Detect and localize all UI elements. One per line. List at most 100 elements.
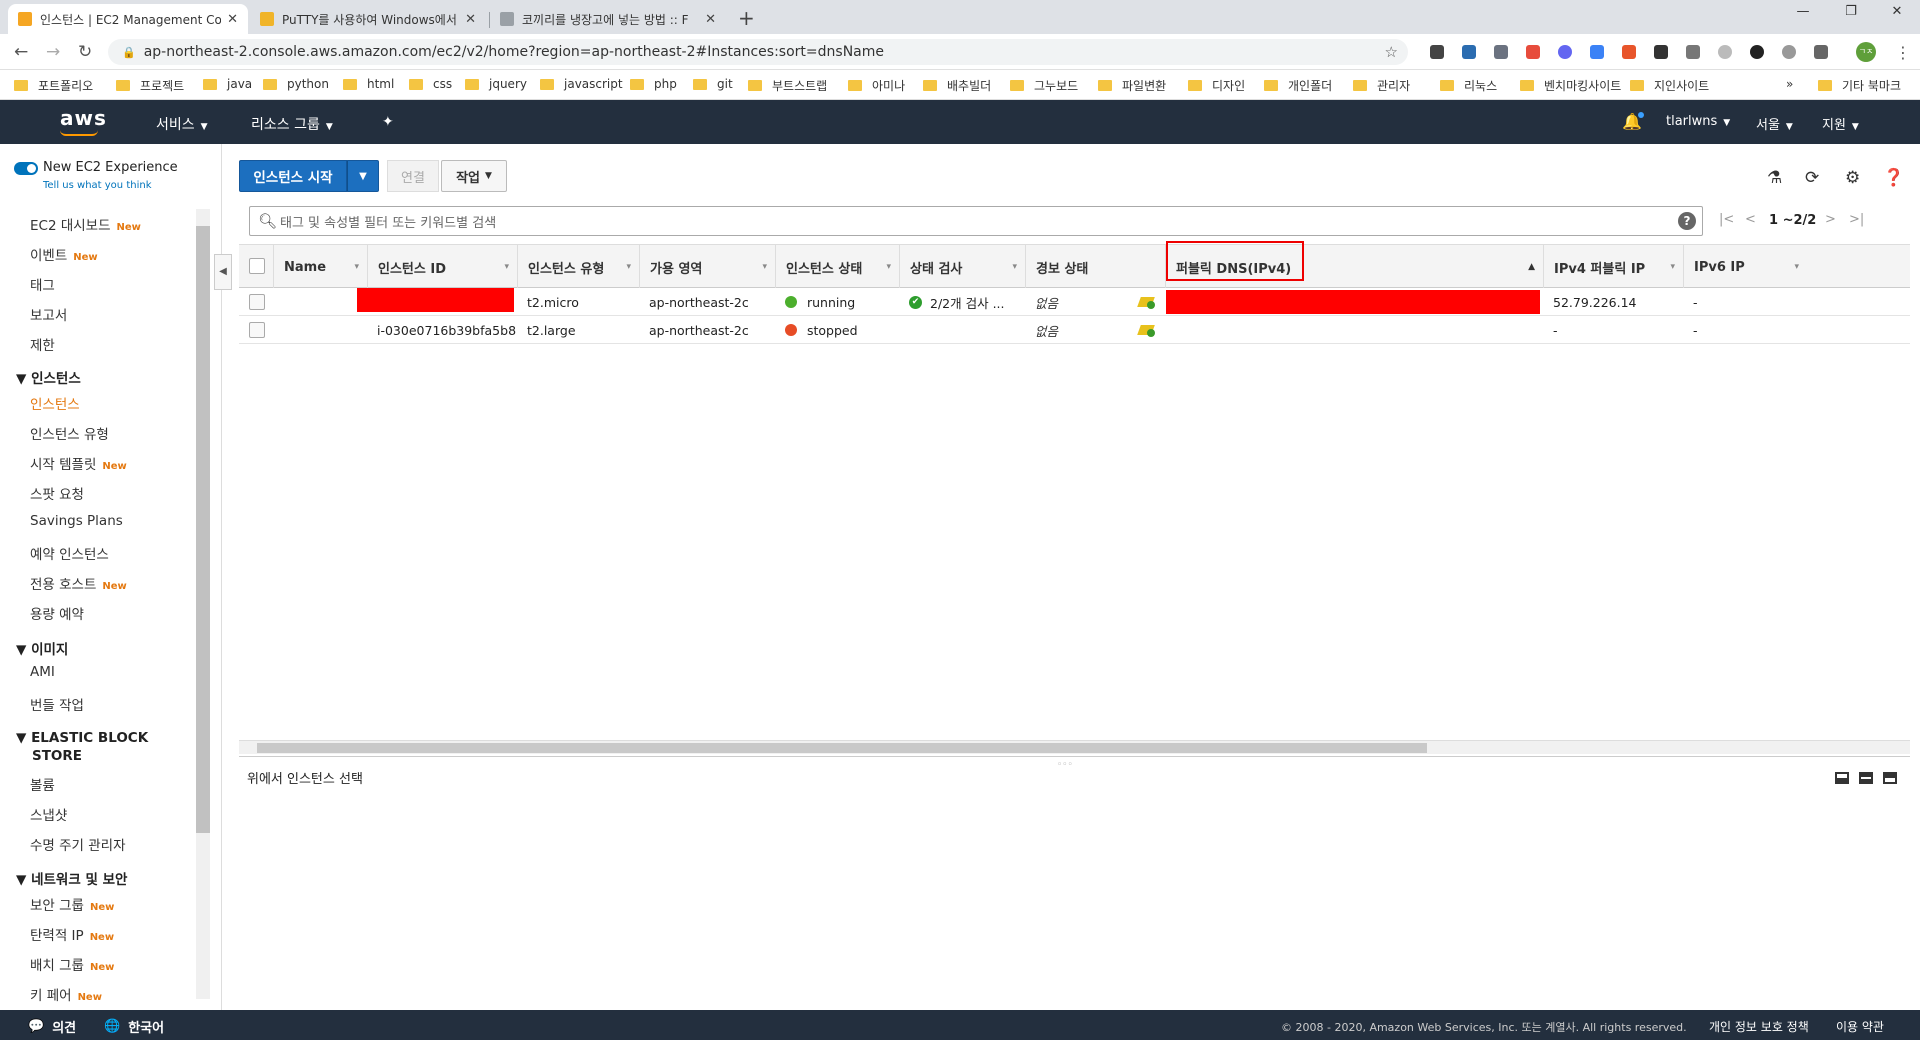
maximize-button[interactable]: ❐ [1828, 4, 1874, 19]
table-row[interactable]: i-030e0716b39bfa5b8 t2.large ap-northeas… [239, 316, 1910, 344]
bookmark-folder[interactable]: git [693, 77, 733, 91]
sidebar-item-volumes[interactable]: 볼륨 [30, 774, 55, 794]
detail-splitter[interactable] [239, 756, 1910, 757]
extension-icon[interactable] [1814, 45, 1828, 59]
launch-dropdown-button[interactable]: ▼ [347, 160, 379, 192]
layout-bottom-icon[interactable] [1835, 772, 1849, 784]
sidebar-section-images[interactable]: ▼ 이미지 [16, 638, 68, 658]
bookmark-folder[interactable]: java [203, 77, 252, 91]
next-page-icon[interactable]: > [1825, 212, 1836, 227]
sidebar-item-instance-types[interactable]: 인스턴스 유형 [30, 423, 109, 443]
create-alarm-icon[interactable] [1139, 316, 1155, 344]
horizontal-scroll-thumb[interactable] [257, 743, 1427, 753]
extension-icon[interactable] [1718, 45, 1732, 59]
browser-tab-blog[interactable]: 코끼리를 냉장고에 넣는 방법 :: F ✕ [490, 4, 726, 34]
layout-split-icon[interactable] [1859, 772, 1873, 784]
create-alarm-icon[interactable] [1139, 288, 1155, 316]
sidebar-item-snapshots[interactable]: 스냅샷 [30, 804, 67, 824]
forward-arrow-icon[interactable]: → [46, 42, 60, 62]
bookmark-folder[interactable]: 파일변환 [1098, 77, 1166, 94]
help-icon[interactable]: ❓ [1883, 168, 1904, 188]
bookmark-folder[interactable]: 부트스트랩 [748, 77, 827, 94]
table-horizontal-scrollbar[interactable] [239, 740, 1910, 754]
bookmark-folder[interactable]: 배추빌더 [923, 77, 991, 94]
aws-logo[interactable]: aws [60, 106, 107, 130]
sidebar-item-reports[interactable]: 보고서 [30, 304, 67, 324]
profile-avatar[interactable]: ㄱㅈ [1856, 42, 1876, 62]
bookmark-folder[interactable]: html [343, 77, 394, 91]
drag-handle-icon[interactable]: ◦◦◦ [1057, 760, 1073, 770]
sidebar-item-events[interactable]: 이벤트 New [30, 244, 98, 264]
filter-search-input[interactable]: 🔍︎ 태그 및 속성별 필터 또는 키워드별 검색 ? [249, 206, 1703, 236]
extension-icon[interactable] [1590, 45, 1604, 59]
prev-page-icon[interactable]: < [1745, 212, 1756, 227]
sidebar-item-dedicated-hosts[interactable]: 전용 호스트 New [30, 573, 127, 593]
pin-icon[interactable]: ✦ [382, 114, 394, 130]
bookmark-folder[interactable]: javascript [540, 77, 623, 91]
bookmark-folder[interactable]: jquery [465, 77, 527, 91]
new-experience-toggle[interactable] [14, 162, 38, 175]
feedback-button[interactable]: 💬 의견 [28, 1017, 76, 1036]
collapse-sidebar-button[interactable]: ◀ [214, 254, 232, 290]
back-arrow-icon[interactable]: ← [14, 42, 28, 62]
reload-icon[interactable]: ↻ [78, 42, 92, 62]
row-checkbox[interactable] [249, 294, 265, 310]
sidebar-item-bundle-tasks[interactable]: 번들 작업 [30, 694, 84, 714]
extension-icon[interactable] [1494, 45, 1508, 59]
bookmark-folder[interactable]: php [630, 77, 677, 91]
column-instance-state[interactable]: 인스턴스 상태 ▾ [775, 245, 899, 289]
table-row[interactable]: t2.micro ap-northeast-2c running ✔ 2/2개 검… [239, 288, 1910, 316]
sidebar-item-tags[interactable]: 태그 [30, 274, 55, 294]
bookmark-folder[interactable]: 포트폴리오 [14, 77, 93, 94]
row-checkbox[interactable] [249, 322, 265, 338]
sidebar-section-ebs[interactable]: ▼ ELASTIC BLOCK [16, 730, 148, 746]
extension-icon[interactable] [1558, 45, 1572, 59]
bookmark-folder[interactable]: 지인사이트 [1630, 77, 1709, 94]
flask-icon[interactable]: ⚗ [1767, 168, 1782, 188]
launch-instance-button[interactable]: 인스턴스 시작 [239, 160, 347, 192]
sidebar-item-launch-templates[interactable]: 시작 템플릿 New [30, 453, 127, 473]
extension-icon[interactable] [1462, 45, 1476, 59]
first-page-icon[interactable]: |< [1719, 212, 1734, 227]
column-ipv4-public-ip[interactable]: IPv4 퍼블릭 IP ▾ [1543, 245, 1683, 289]
sidebar-section-network[interactable]: ▼ 네트워크 및 보안 [16, 868, 127, 888]
close-tab-icon[interactable]: ✕ [465, 12, 476, 27]
extension-icon[interactable] [1526, 45, 1540, 59]
extension-icon[interactable] [1654, 45, 1668, 59]
services-menu[interactable]: 서비스 ▼ [156, 114, 208, 134]
bookmark-folder[interactable]: 아미나 [848, 77, 905, 94]
extension-icon[interactable] [1750, 45, 1764, 59]
sidebar-item-limits[interactable]: 제한 [30, 334, 55, 354]
other-bookmarks-folder[interactable]: 기타 북마크 [1818, 77, 1901, 94]
browser-menu-icon[interactable]: ⋮ [1895, 43, 1911, 62]
bookmark-folder[interactable]: 그누보드 [1010, 77, 1078, 94]
sidebar-item-instances[interactable]: 인스턴스 [30, 393, 80, 413]
bookmarks-overflow-button[interactable]: » [1786, 77, 1793, 91]
select-all-checkbox[interactable] [249, 258, 265, 274]
refresh-icon[interactable]: ⟳ [1805, 168, 1819, 188]
browser-tab-putty[interactable]: PuTTY를 사용하여 Windows에서 ✕ [250, 4, 486, 34]
actions-button[interactable]: 작업 ▼ [441, 160, 507, 192]
sidebar-item-lifecycle-manager[interactable]: 수명 주기 관리자 [30, 834, 126, 854]
bookmark-folder[interactable]: python [263, 77, 329, 91]
new-tab-button[interactable]: + [738, 6, 755, 30]
close-tab-icon[interactable]: ✕ [227, 12, 238, 27]
column-availability-zone[interactable]: 가용 영역 ▾ [639, 245, 775, 289]
sidebar-item-spot-requests[interactable]: 스팟 요청 [30, 483, 84, 503]
last-page-icon[interactable]: >| [1849, 212, 1864, 227]
column-ipv6[interactable]: IPv6 IP ▾ [1683, 245, 1807, 289]
privacy-link[interactable]: 개인 정보 보호 정책 [1709, 1018, 1809, 1035]
column-instance-type[interactable]: 인스턴스 유형 ▾ [517, 245, 639, 289]
column-instance-id[interactable]: 인스턴스 ID ▾ [367, 245, 517, 289]
gear-icon[interactable]: ⚙ [1845, 168, 1860, 188]
search-help-icon[interactable]: ? [1678, 212, 1696, 230]
minimize-button[interactable]: — [1780, 4, 1826, 19]
bookmark-folder[interactable]: 벤치마킹사이트 [1520, 77, 1621, 94]
bookmark-folder[interactable]: 프로젝트 [116, 77, 184, 94]
extension-icon[interactable] [1782, 45, 1796, 59]
sidebar-section-instances[interactable]: ▼ 인스턴스 [16, 367, 81, 387]
sidebar-scroll-thumb[interactable] [196, 226, 210, 833]
sidebar-item-elastic-ips[interactable]: 탄력적 IP New [30, 924, 114, 944]
sidebar-item-savings-plans[interactable]: Savings Plans [30, 513, 123, 529]
bookmark-folder[interactable]: 리눅스 [1440, 77, 1497, 94]
